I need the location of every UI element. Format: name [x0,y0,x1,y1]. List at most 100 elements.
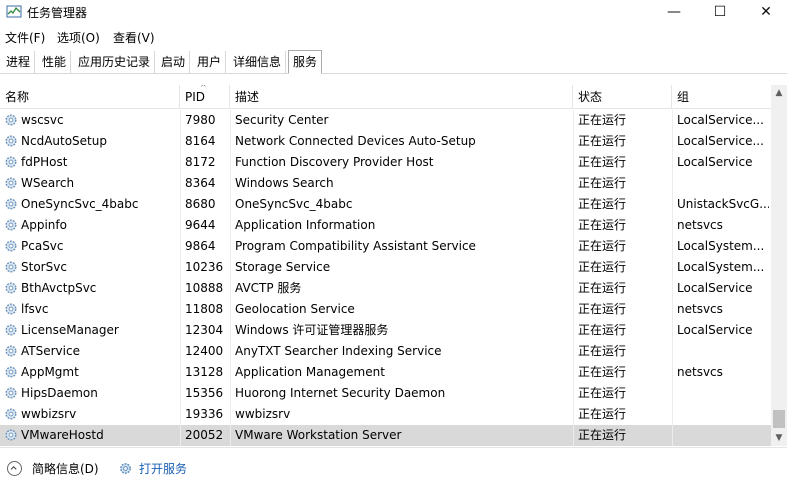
table-row[interactable]: NcdAutoSetup 8164 Network Connected Device… [0,131,771,152]
service-status: 正在运行 [578,218,627,232]
service-group: LocalService... [677,113,764,127]
service-name: Appinfo [21,218,67,232]
table-row[interactable]: VMwareHostd 20052 VMware Workstation Serve… [0,425,771,446]
table-row[interactable]: OneSyncSvc_4babc 8680 OneSyncSvc_4babc 正在运行… [0,194,771,215]
menu-options[interactable]: 选项(O) [57,29,100,46]
service-pid: 10236 [185,260,224,274]
service-group [677,425,769,446]
service-name: OneSyncSvc_4babc [21,197,139,211]
service-gear-icon [5,303,17,315]
service-group: UnistackSvcG... [677,197,769,211]
table-row[interactable]: ATService 12400 AnyTXT Searcher Indexing S… [0,341,771,362]
table-row[interactable]: AppMgmt 13128 Application Management 正在运行 ne… [0,362,771,383]
column-header-name[interactable]: 名称 [0,85,180,109]
service-pid: 8164 [185,134,216,148]
service-group: LocalService [677,155,753,169]
service-name: StorSvc [21,260,67,274]
scroll-down-icon[interactable]: ▼ [771,430,787,446]
service-status: 正在运行 [578,323,627,337]
table-row[interactable]: Appinfo 9644 Application Information 正在运行 ne… [0,215,771,236]
service-name: WSearch [21,176,75,190]
table-row[interactable]: fdPHost 8172 Function Discovery Provider H… [0,152,771,173]
footer-divider [0,447,787,448]
service-pid: 8680 [185,197,216,211]
scroll-thumb[interactable] [773,410,785,428]
table-row[interactable]: wwbizsrv 19336 wwbizsrv 正在运行 [0,404,771,425]
service-pid: 11808 [185,302,224,316]
scroll-up-icon[interactable]: ▲ [771,85,787,101]
table-row[interactable]: lfsvc 11808 Geolocation Service 正在运行 netsvcs [0,299,771,320]
service-pid: 7980 [185,113,216,127]
service-status: 正在运行 [578,239,627,253]
service-pid: 9644 [185,218,216,232]
service-group: netsvcs [677,302,723,316]
less-details-link[interactable]: 简略信息(D) [32,458,99,480]
minimize-button[interactable]: — [651,0,697,24]
services-table: ^ 名称 PID 描述 状态 组 wscsvc 7980 Security Cent… [0,85,771,446]
window-title: 任务管理器 [27,6,88,20]
service-gear-icon [5,114,17,126]
maximize-button[interactable]: ☐ [697,0,743,24]
tab-processes[interactable]: 进程 [2,51,36,73]
menu-file[interactable]: 文件(F) [5,29,45,46]
table-row[interactable]: StorSvc 10236 Storage Service 正在运行 LocalSyst… [0,257,771,278]
service-group: netsvcs [677,218,723,232]
service-status: 正在运行 [578,176,627,190]
services-gear-icon [120,463,131,474]
collapse-details-icon[interactable] [7,461,22,476]
column-header-description[interactable]: 描述 [230,85,573,109]
service-status: 正在运行 [578,134,627,148]
service-gear-icon [5,282,17,294]
table-row[interactable]: HipsDaemon 15356 Huorong Internet Security… [0,383,771,404]
table-row[interactable]: PcaSvc 9864 Program Compatibility Assistan… [0,236,771,257]
menu-bar: 文件(F) 选项(O) 查看(V) [0,26,787,46]
table-row[interactable]: wscsvc 7980 Security Center 正在运行 LocalServic… [0,110,771,131]
close-button[interactable]: ✕ [743,0,787,24]
table-row[interactable]: LicenseManager 12304 Windows 许可证管理器服务 正在运行 L… [0,320,771,341]
service-group: LocalService... [677,134,764,148]
column-header-pid[interactable]: PID [180,85,230,109]
menu-view[interactable]: 查看(V) [113,29,155,46]
service-pid: 8364 [185,176,216,190]
service-gear-icon [5,366,17,378]
tab-users[interactable]: 用户 [193,51,227,73]
open-services-link[interactable]: 打开服务 [139,458,187,480]
service-description: Huorong Internet Security Daemon [235,386,446,400]
service-group: LocalSystem... [677,260,765,274]
tab-performance[interactable]: 性能 [38,51,72,73]
service-pid: 8172 [185,155,216,169]
table-row[interactable]: BthAvctpSvc 10888 AVCTP 服务 正在运行 LocalService [0,278,771,299]
column-header-group[interactable]: 组 [672,85,771,109]
service-description: Windows Search [235,176,334,190]
tab-services[interactable]: 服务 [288,50,323,74]
column-header-status[interactable]: 状态 [573,85,672,109]
title-bar: 任务管理器 — ☐ ✕ [0,0,787,24]
service-name: LicenseManager [21,323,119,337]
service-status: 正在运行 [578,155,627,169]
vertical-scrollbar[interactable]: ▲ ▼ [771,85,787,446]
service-name: BthAvctpSvc [21,281,97,295]
tab-details[interactable]: 详细信息 [229,51,287,73]
service-gear-icon [5,261,17,273]
service-name: wscsvc [21,113,64,127]
service-description: Security Center [235,113,329,127]
service-gear-icon [5,387,17,399]
service-group: LocalService [677,281,753,295]
tab-startup[interactable]: 启动 [157,51,191,73]
service-description: Application Management [235,365,385,379]
service-group: netsvcs [677,365,723,379]
service-pid: 12400 [185,344,224,358]
table-row[interactable]: WSearch 8364 Windows Search 正在运行 [0,173,771,194]
service-pid: 20052 [185,428,224,442]
service-name: lfsvc [21,302,49,316]
service-description: wwbizsrv [235,407,291,421]
service-group [677,173,769,194]
service-status: 正在运行 [578,344,627,358]
service-name: wwbizsrv [21,407,77,421]
service-gear-icon [5,408,17,420]
service-gear-icon [5,198,17,210]
tab-app-history[interactable]: 应用历史记录 [74,51,156,73]
service-group [677,383,769,404]
service-name: PcaSvc [21,239,64,253]
service-gear-icon [5,156,17,168]
